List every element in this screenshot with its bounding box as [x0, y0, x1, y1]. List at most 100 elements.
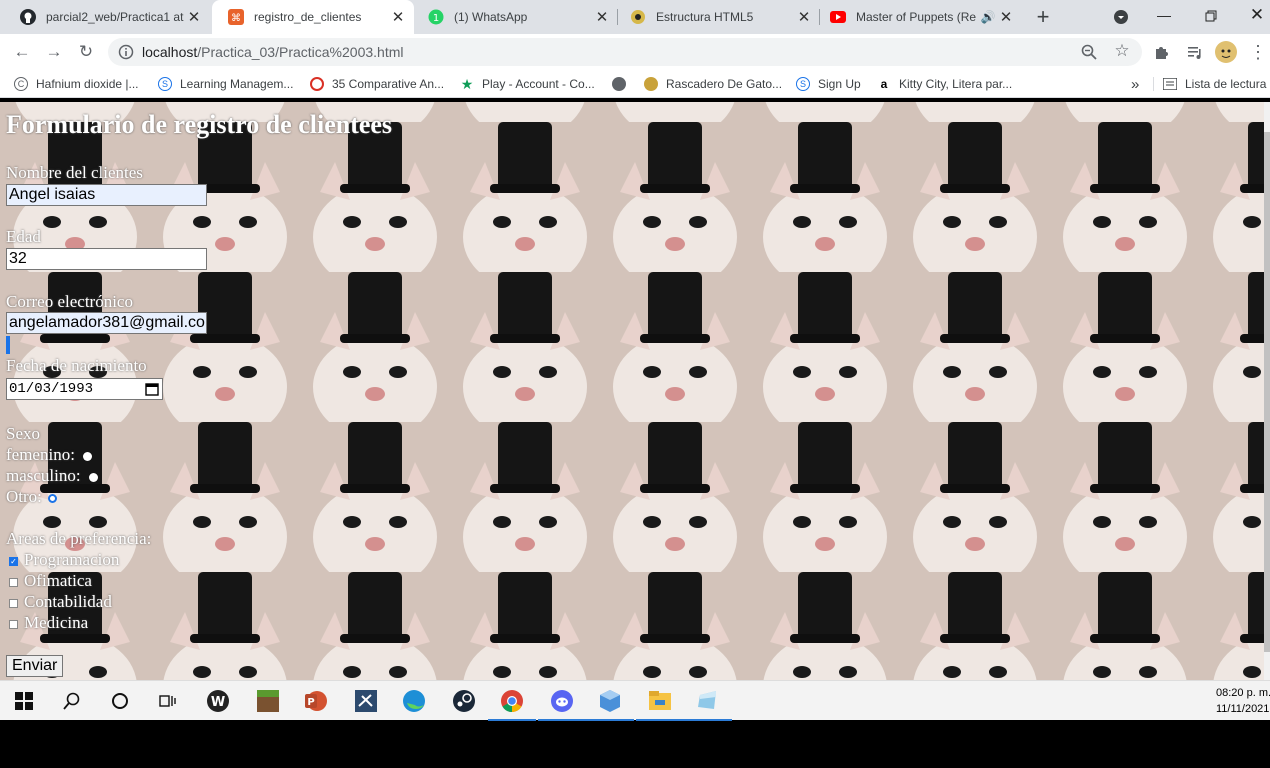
- search-icon[interactable]: [60, 689, 84, 713]
- tab-search-icon[interactable]: [1109, 5, 1133, 29]
- close-icon[interactable]: ✕: [794, 8, 814, 26]
- media-control-icon[interactable]: [1183, 40, 1207, 64]
- sex-option-femenino[interactable]: femenino:: [6, 445, 92, 465]
- cat-tile: [300, 122, 450, 289]
- bookmarks-more-button[interactable]: »: [1131, 70, 1139, 98]
- tab-youtube[interactable]: Master of Puppets (Re 🔊 ✕: [814, 0, 1022, 34]
- tab-whatsapp[interactable]: 1 (1) WhatsApp ✕: [412, 0, 618, 34]
- tab-estructura[interactable]: Estructura HTML5 ✕: [614, 0, 820, 34]
- minimize-icon[interactable]: —: [1152, 3, 1176, 27]
- cat-tile: [600, 122, 750, 289]
- tab-title: registro_de_clientes: [254, 10, 362, 24]
- app-tile-icon[interactable]: [684, 689, 732, 721]
- whatsapp-icon: 1: [428, 9, 444, 25]
- cat-tile: [300, 572, 450, 680]
- sex-option-otro[interactable]: Otro:: [6, 487, 57, 507]
- close-icon[interactable]: ✕: [592, 8, 612, 26]
- area-medicina-label: Medicina: [24, 613, 89, 632]
- page-favicon-icon: [630, 9, 646, 25]
- checkbox-contabilidad[interactable]: [9, 599, 18, 608]
- checkbox-medicina[interactable]: [9, 620, 18, 629]
- tab-github[interactable]: parcial2_web/Practica1 at ✕: [4, 0, 210, 34]
- 3d-box-icon[interactable]: [586, 689, 634, 721]
- checkbox-programacion[interactable]: ✓: [9, 557, 18, 566]
- forward-arrow-icon[interactable]: →: [42, 40, 66, 64]
- reading-list-button[interactable]: Lista de lectura: [1163, 70, 1266, 98]
- cat-tile: [750, 102, 900, 139]
- powerpoint-icon[interactable]: P: [304, 689, 328, 713]
- birthdate-label: Fecha de nacimiento: [6, 356, 147, 375]
- svg-text:⌘: ⌘: [231, 13, 241, 24]
- zoom-icon[interactable]: [1081, 44, 1097, 60]
- bookmark-item[interactable]: S Sign Up: [796, 70, 861, 98]
- tab-title: (1) WhatsApp: [454, 10, 528, 24]
- address-bar[interactable]: localhost/Practica_03/Practica%2003.html…: [108, 38, 1142, 66]
- amazon-icon: a: [880, 77, 888, 91]
- minecraft-icon[interactable]: [256, 689, 280, 713]
- back-arrow-icon[interactable]: ←: [10, 40, 34, 64]
- cat-tile: [1050, 272, 1200, 439]
- page-scrollbar[interactable]: [1264, 102, 1270, 680]
- discord-icon[interactable]: [538, 689, 586, 721]
- youtube-icon: [830, 9, 846, 25]
- clock-date: 11/11/2021: [1216, 703, 1270, 715]
- speaker-icon[interactable]: 🔊: [980, 10, 996, 24]
- close-icon[interactable]: ✕: [388, 8, 408, 26]
- cat-tile: [150, 272, 300, 439]
- windows-taskbar: W P 08:20 p. m. 11/11/2021: [0, 680, 1270, 721]
- radio-otro[interactable]: [47, 493, 57, 503]
- cat-tile: [750, 272, 900, 439]
- radio-masculino[interactable]: [88, 472, 98, 482]
- bookmark-item[interactable]: C Hafnium dioxide |...: [14, 70, 139, 98]
- sex-label: Sexo: [6, 424, 40, 443]
- bookmark-item[interactable]: S Learning Managem...: [158, 70, 293, 98]
- windows-start-icon[interactable]: [12, 689, 36, 713]
- cortana-icon[interactable]: [108, 689, 132, 713]
- restore-icon[interactable]: [1199, 4, 1223, 28]
- steam-icon[interactable]: [452, 689, 476, 713]
- edge-icon[interactable]: [402, 689, 426, 713]
- chrome-icon[interactable]: [488, 689, 536, 721]
- new-tab-button[interactable]: +: [1031, 4, 1055, 29]
- info-icon[interactable]: [118, 44, 134, 60]
- sex-option-masculino[interactable]: masculino:: [6, 466, 98, 486]
- bookmark-item[interactable]: a Kitty City, Litera par...: [877, 70, 1013, 98]
- reload-icon[interactable]: ↻: [74, 40, 98, 64]
- scrollbar-thumb[interactable]: [1264, 132, 1270, 652]
- bookmark-item[interactable]: [612, 70, 634, 98]
- cat-tile: [600, 572, 750, 680]
- checkbox-ofimatica[interactable]: [9, 578, 18, 587]
- age-label: Edad: [6, 227, 41, 246]
- radio-femenino[interactable]: [82, 451, 92, 461]
- task-view-icon[interactable]: [156, 689, 180, 713]
- file-explorer-icon[interactable]: [636, 689, 684, 721]
- bookmark-label: Sign Up: [818, 77, 861, 91]
- close-icon[interactable]: ✕: [184, 8, 204, 26]
- cat-tile: [750, 122, 900, 289]
- cat-tile: [1050, 102, 1200, 139]
- birthdate-input[interactable]: 01/03/1993: [6, 378, 163, 400]
- url-path: /Practica_03/Practica%2003.html: [197, 44, 404, 60]
- bookmark-item[interactable]: ★ Play - Account - Co...: [460, 70, 595, 98]
- birthdate-value: 01/03/1993: [9, 381, 94, 397]
- bookmark-item[interactable]: 35 Comparative An...: [310, 70, 444, 98]
- bookmark-star-icon[interactable]: ☆: [1113, 41, 1131, 60]
- profile-avatar[interactable]: [1214, 40, 1238, 64]
- system-clock[interactable]: 08:20 p. m. 11/11/2021: [1216, 685, 1270, 717]
- cat-tile: [900, 102, 1050, 139]
- submit-button[interactable]: Enviar: [6, 655, 64, 677]
- app-w-icon[interactable]: W: [206, 689, 230, 713]
- tab-registro[interactable]: ⌘ registro_de_clientes ✕: [212, 0, 414, 34]
- menu-dots-icon[interactable]: ⋮: [1246, 40, 1270, 64]
- extensions-icon[interactable]: [1150, 40, 1174, 64]
- visual-studio-icon[interactable]: [354, 689, 378, 713]
- svg-text:P: P: [307, 697, 314, 708]
- age-input[interactable]: 32: [6, 248, 207, 270]
- cat-tile: [150, 422, 300, 589]
- name-input[interactable]: Angel isaias: [6, 184, 207, 206]
- bookmark-item[interactable]: Rascadero De Gato...: [644, 70, 782, 98]
- close-icon[interactable]: ✕: [996, 8, 1016, 26]
- calendar-icon[interactable]: [145, 382, 159, 396]
- email-input[interactable]: angelamador381@gmail.co: [6, 312, 207, 334]
- close-window-icon[interactable]: ✕: [1245, 3, 1269, 27]
